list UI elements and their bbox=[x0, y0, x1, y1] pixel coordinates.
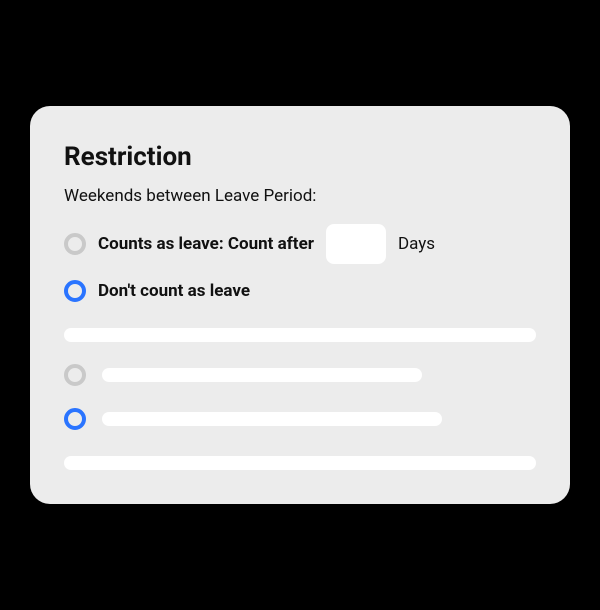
card-subtitle: Weekends between Leave Period: bbox=[64, 186, 536, 206]
radio-counts-as-leave[interactable] bbox=[64, 233, 86, 255]
skeleton-radio-selected bbox=[64, 408, 86, 430]
skeleton-option-row bbox=[64, 364, 536, 386]
skeleton-bar bbox=[64, 456, 536, 470]
option-counts-label: Counts as leave: Count after bbox=[98, 234, 314, 254]
skeleton-bar bbox=[64, 328, 536, 342]
card-title: Restriction bbox=[64, 142, 536, 172]
skeleton-radio bbox=[64, 364, 86, 386]
option-counts-inline: Counts as leave: Count after Days bbox=[98, 224, 536, 264]
skeleton-section bbox=[64, 328, 536, 470]
option-dont-count-label: Don't count as leave bbox=[98, 281, 250, 301]
option-dont-count: Don't count as leave bbox=[64, 280, 536, 302]
restriction-card: Restriction Weekends between Leave Perio… bbox=[30, 106, 570, 504]
option-counts-as-leave: Counts as leave: Count after Days bbox=[64, 224, 536, 264]
skeleton-bar bbox=[102, 412, 442, 426]
days-input[interactable] bbox=[326, 224, 386, 264]
skeleton-option-row bbox=[64, 408, 536, 430]
skeleton-bar bbox=[102, 368, 422, 382]
radio-dont-count[interactable] bbox=[64, 280, 86, 302]
days-suffix: Days bbox=[398, 234, 435, 254]
